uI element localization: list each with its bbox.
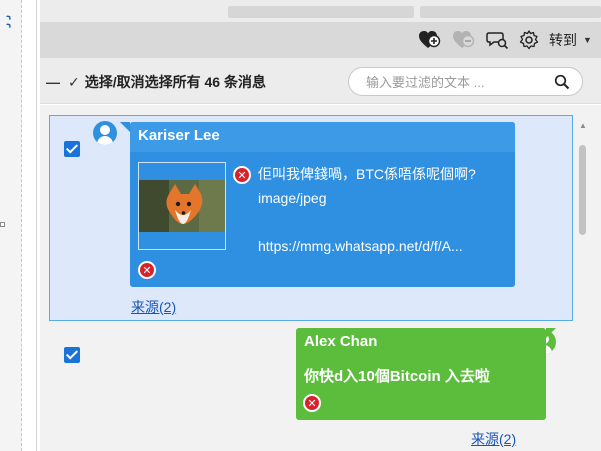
- heart-plus-icon[interactable]: [418, 29, 442, 51]
- scroll-up-arrow-icon[interactable]: ▲: [579, 121, 587, 130]
- collapse-dash-icon[interactable]: —: [46, 74, 60, 90]
- tab[interactable]: [228, 6, 414, 18]
- message-list: Kariser Lee ✕ 佢叫我俾錢喎，BTC係唔係呢個啊? image/jp…: [40, 105, 601, 451]
- select-all-toggle[interactable]: — ✓ 选择/取消选择所有 46 条消息: [46, 72, 266, 92]
- checkmark-icon: ✓: [68, 73, 80, 90]
- delete-message-icon[interactable]: ✕: [303, 394, 321, 412]
- message-bubble-outgoing: Alex Chan 你快d入10個Bitcoin 入去啦 ✕: [296, 328, 556, 420]
- attachment-mime: image/jpeg: [258, 190, 327, 206]
- bubble-tail: [120, 122, 130, 132]
- goto-dropdown[interactable]: 转到 ▼: [549, 29, 592, 51]
- goto-label: 转到: [549, 32, 577, 48]
- message-checkbox[interactable]: [64, 141, 80, 157]
- tab[interactable]: [420, 6, 601, 18]
- message-checkbox[interactable]: [64, 347, 80, 363]
- select-all-label: 选择/取消选择所有 46 条消息: [84, 74, 266, 90]
- attachment-url: https://mmg.whatsapp.net/d/f/A...: [258, 238, 463, 254]
- gear-icon[interactable]: [518, 29, 540, 51]
- divider: [36, 0, 37, 451]
- sender-name: Kariser Lee: [138, 127, 220, 144]
- attachment-thumbnail[interactable]: [138, 162, 226, 250]
- filter-input[interactable]: [366, 73, 546, 91]
- delete-message-icon[interactable]: ✕: [138, 261, 156, 279]
- avatar-icon: [93, 121, 117, 145]
- message-row[interactable]: Alex Chan 你快d入10個Bitcoin 入去啦 ✕ 来源(2): [49, 327, 573, 451]
- filter-box: [348, 67, 583, 96]
- left-panel-strip: › ›: [0, 0, 22, 451]
- attachment-caption: 佢叫我俾錢喎，BTC係唔係呢個啊?: [258, 166, 476, 182]
- selection-bar: — ✓ 选择/取消选择所有 46 条消息: [40, 58, 601, 104]
- bubble-tail: [546, 328, 556, 338]
- message-text: 你快d入10個Bitcoin 入去啦: [304, 368, 490, 385]
- tab-strip: [40, 0, 601, 22]
- attachment-details: 佢叫我俾錢喎，BTC係唔係呢個啊? image/jpeg https://mmg…: [258, 162, 510, 258]
- sender-name: Alex Chan: [304, 333, 378, 350]
- message-row-selected[interactable]: Kariser Lee ✕ 佢叫我俾錢喎，BTC係唔係呢個啊? image/jp…: [49, 115, 573, 321]
- scrollbar[interactable]: ▲: [577, 117, 589, 451]
- scrollbar-thumb[interactable]: [579, 145, 586, 235]
- delete-attachment-icon[interactable]: ✕: [233, 166, 251, 184]
- image-thumbnail: [139, 180, 225, 232]
- source-link[interactable]: 来源(2): [471, 429, 516, 449]
- toolbar: 转到 ▼: [40, 22, 601, 58]
- message-bubble-incoming: Kariser Lee ✕ 佢叫我俾錢喎，BTC係唔係呢個啊? image/jp…: [120, 122, 515, 287]
- splitter-handle[interactable]: [0, 222, 5, 227]
- heart-minus-icon[interactable]: [452, 29, 476, 51]
- caret-down-icon: ▼: [583, 35, 592, 45]
- chat-search-icon[interactable]: [486, 29, 510, 51]
- search-icon[interactable]: [554, 74, 570, 93]
- source-link[interactable]: 来源(2): [131, 297, 176, 317]
